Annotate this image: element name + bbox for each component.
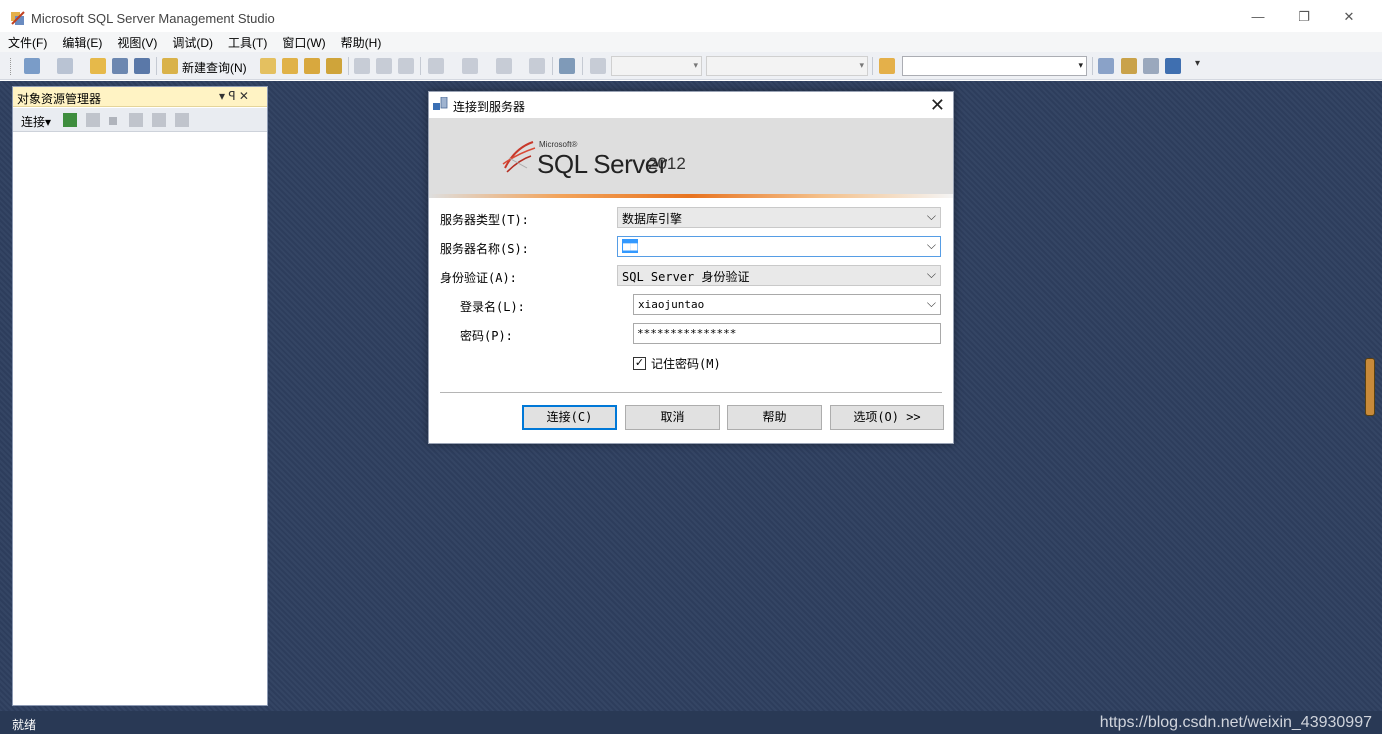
- menu-debug[interactable]: 调试(D): [164, 32, 220, 52]
- password-field[interactable]: ***************: [633, 323, 941, 344]
- save-all-icon[interactable]: [134, 58, 150, 74]
- analysis-xmla-query-icon[interactable]: [326, 58, 342, 74]
- menu-bar: 文件(F) 编辑(E) 视图(V) 调试(D) 工具(T) 窗口(W) 帮助(H…: [0, 32, 1382, 52]
- new-query-icon[interactable]: [162, 58, 178, 74]
- authentication-label: 身份验证(A):: [440, 271, 517, 285]
- server-type-label: 服务器类型(T):: [440, 213, 529, 227]
- side-panel-grip[interactable]: [1365, 358, 1375, 416]
- solution-platform-dropdown[interactable]: ▾: [706, 56, 868, 76]
- server-name-combo[interactable]: ■■ ⌵: [617, 236, 941, 257]
- ssms-app-icon: [11, 11, 25, 25]
- connect-button[interactable]: 连接(C): [522, 405, 617, 430]
- dialog-divider: [440, 392, 942, 393]
- object-explorer-header: 对象资源管理器 ▾ ꟼ ✕: [13, 87, 267, 107]
- find-in-files-icon[interactable]: [879, 58, 895, 74]
- authentication-value: SQL Server 身份验证: [622, 270, 750, 284]
- chevron-down-icon: ⌵: [926, 267, 936, 281]
- start-debug-icon[interactable]: [590, 58, 606, 74]
- object-explorer-icon[interactable]: [1121, 58, 1137, 74]
- server-type-select[interactable]: 数据库引擎 ⌵: [617, 207, 941, 228]
- copy-icon[interactable]: [376, 58, 392, 74]
- filter-icon[interactable]: [129, 113, 143, 127]
- registered-servers-icon[interactable]: [1098, 58, 1114, 74]
- navigate-backward-icon[interactable]: [496, 58, 512, 74]
- properties-window-icon[interactable]: [1165, 58, 1181, 74]
- object-explorer-panel: 对象资源管理器 ▾ ꟼ ✕ 连接▾: [12, 86, 268, 706]
- help-button[interactable]: 帮助: [727, 405, 822, 430]
- menu-view[interactable]: 视图(V): [109, 32, 164, 52]
- login-label: 登录名(L):: [460, 300, 525, 314]
- options-button[interactable]: 选项(O) >>: [830, 405, 944, 430]
- undo-icon[interactable]: [428, 58, 444, 74]
- remember-password-checkbox[interactable]: ✓: [633, 357, 646, 370]
- open-folder-icon[interactable]: [90, 58, 106, 74]
- sql-server-banner: Microsoft® SQL Server 2012: [429, 118, 953, 196]
- toolbox-icon[interactable]: [1143, 58, 1159, 74]
- menu-window[interactable]: 窗口(W): [274, 32, 332, 52]
- panel-pin-controls[interactable]: ▾ ꟼ ✕: [219, 89, 249, 103]
- authentication-select[interactable]: SQL Server 身份验证 ⌵: [617, 265, 941, 286]
- status-text: 就绪: [12, 718, 37, 732]
- server-name-value: ■■: [622, 239, 639, 253]
- menu-help[interactable]: 帮助(H): [333, 32, 389, 52]
- login-value: xiaojuntao: [638, 298, 705, 311]
- title-bar: Microsoft SQL Server Management Studio —…: [0, 0, 1382, 32]
- toolbar-overflow-icon[interactable]: ▾: [1195, 58, 1205, 74]
- logo-year: 2012: [648, 154, 686, 173]
- dialog-title: 连接到服务器: [453, 100, 526, 114]
- connect-to-server-dialog: 连接到服务器 ✕ Microsoft® SQL Server 2012 服务器类…: [428, 91, 954, 444]
- login-combo[interactable]: xiaojuntao ⌵: [633, 294, 941, 315]
- menu-file[interactable]: 文件(F): [0, 32, 54, 52]
- logo-microsoft: Microsoft®: [539, 140, 578, 149]
- connect-object-explorer-icon[interactable]: [63, 113, 77, 127]
- cancel-button[interactable]: 取消: [625, 405, 720, 430]
- server-type-value: 数据库引擎: [622, 212, 683, 226]
- server-name-label: 服务器名称(S):: [440, 242, 529, 256]
- dialog-close-button[interactable]: ✕: [930, 95, 945, 116]
- restore-button[interactable]: ❐: [1290, 6, 1318, 28]
- refresh-icon[interactable]: [152, 113, 166, 127]
- close-window-button[interactable]: ✕: [1335, 6, 1363, 28]
- new-query-button[interactable]: 新建查询(N): [182, 59, 247, 76]
- object-explorer-toolbar: 连接▾: [13, 108, 267, 132]
- dialog-title-bar: 连接到服务器 ✕: [429, 92, 953, 118]
- analysis-mdx-query-icon[interactable]: [282, 58, 298, 74]
- menu-tools[interactable]: 工具(T): [220, 32, 274, 52]
- status-bar: 就绪 https://blog.csdn.net/weixin_43930997: [0, 711, 1382, 734]
- object-explorer-title: 对象资源管理器: [17, 92, 102, 106]
- disconnect-icon[interactable]: [86, 113, 100, 127]
- window-title: Microsoft SQL Server Management Studio: [31, 11, 275, 26]
- database-engine-query-icon[interactable]: [260, 58, 276, 74]
- paste-icon[interactable]: [398, 58, 414, 74]
- navigate-forward-icon[interactable]: [529, 58, 545, 74]
- chevron-down-icon: ⌵: [926, 296, 936, 310]
- redo-icon[interactable]: [462, 58, 478, 74]
- save-icon[interactable]: [112, 58, 128, 74]
- chevron-down-icon: ⌵: [926, 238, 936, 252]
- standard-toolbar: 新建查询(N) ▾ ▾ ▾ ▾: [0, 52, 1382, 80]
- chevron-down-icon: ⌵: [926, 209, 936, 223]
- server-connect-icon: [433, 97, 448, 110]
- menu-edit[interactable]: 编辑(E): [54, 32, 109, 52]
- find-combo[interactable]: ▾: [902, 56, 1087, 76]
- connect-dropdown-button[interactable]: 连接▾: [21, 113, 51, 130]
- banner-accent-line: [429, 194, 953, 198]
- analysis-dmx-query-icon[interactable]: [304, 58, 320, 74]
- watermark-text: https://blog.csdn.net/weixin_43930997: [1099, 714, 1372, 731]
- password-label: 密码(P):: [460, 329, 513, 343]
- password-value: ***************: [637, 327, 737, 340]
- new-project-icon[interactable]: [24, 58, 40, 74]
- activity-monitor-small-icon[interactable]: [175, 113, 189, 127]
- toolbar-grip[interactable]: [10, 58, 13, 75]
- minimize-button[interactable]: —: [1244, 6, 1272, 28]
- remember-password-label[interactable]: 记住密码(M): [651, 355, 721, 372]
- add-item-icon[interactable]: [57, 58, 73, 74]
- sql-server-logo-icon: [502, 141, 536, 173]
- cut-icon[interactable]: [354, 58, 370, 74]
- stop-icon[interactable]: [109, 117, 117, 125]
- activity-monitor-icon[interactable]: [559, 58, 575, 74]
- solution-config-dropdown[interactable]: ▾: [611, 56, 702, 76]
